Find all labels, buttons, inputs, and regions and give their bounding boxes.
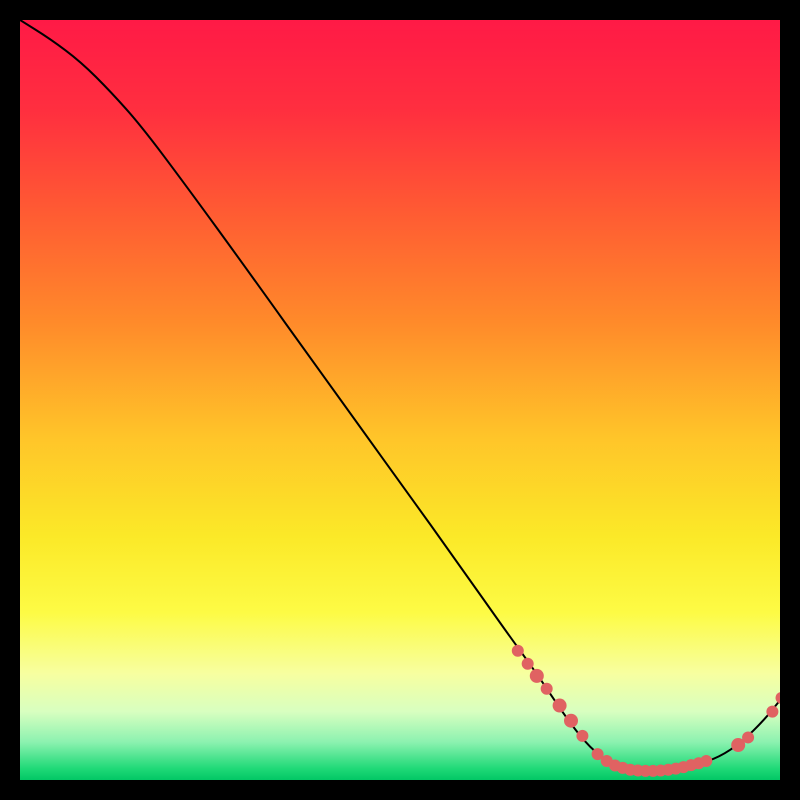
chart-frame: TheBottleneck.com [20,20,780,780]
chart-svg [20,20,780,780]
data-marker [541,683,553,695]
data-marker [576,730,588,742]
data-marker [564,714,578,728]
data-marker [700,755,712,767]
data-marker [766,706,778,718]
data-marker [742,731,754,743]
gradient-background [20,20,780,780]
data-marker [553,699,567,713]
data-marker [512,645,524,657]
data-marker [522,658,534,670]
data-marker [530,669,544,683]
